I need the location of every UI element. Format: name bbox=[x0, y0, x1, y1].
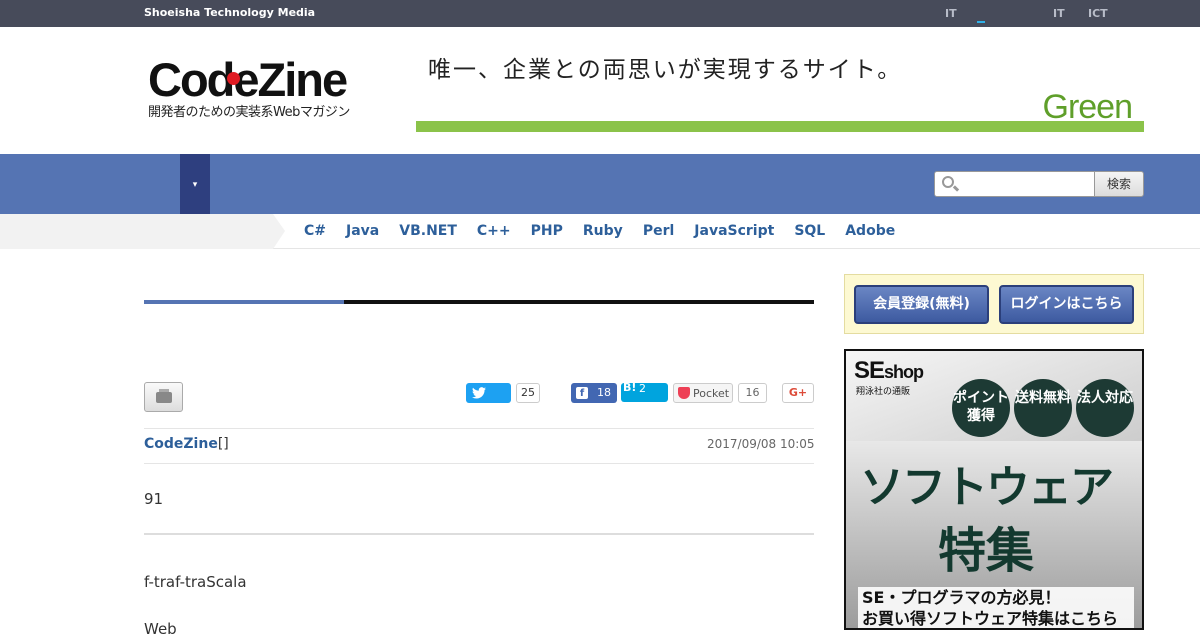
article-paragraph: Web bbox=[144, 620, 177, 638]
author-link[interactable]: CodeZine bbox=[144, 436, 218, 452]
article-paragraph: f-traf-traScala bbox=[144, 573, 247, 591]
chevron-down-icon: ▾ bbox=[192, 180, 198, 190]
main-nav: ▾ 検索 bbox=[0, 154, 1200, 214]
badge-point: ポイント獲得 bbox=[952, 379, 1010, 437]
google-plus-button[interactable]: G+ bbox=[782, 383, 814, 403]
pocket-button[interactable]: Pocket bbox=[673, 383, 733, 403]
topbar-link-it-2[interactable]: IT bbox=[1053, 7, 1065, 20]
pocket-count: 16 bbox=[738, 383, 767, 403]
register-button[interactable]: 会員登録(無料) bbox=[854, 285, 989, 324]
article-lead: 91 bbox=[144, 490, 164, 508]
author-suffix: [] bbox=[217, 436, 229, 452]
codezine-logo[interactable]: CodeZine 開発者のための実装系Webマガジン bbox=[148, 53, 372, 120]
lang-link[interactable]: C++ bbox=[477, 223, 511, 239]
topbar-link-ict[interactable]: ICT bbox=[1088, 7, 1108, 20]
green-ad-banner[interactable]: 唯一、企業との両思いが実現するサイト。 Green bbox=[416, 44, 1144, 132]
pocket-icon bbox=[678, 387, 690, 399]
pocket-label: Pocket bbox=[693, 387, 730, 400]
banner-copy: 唯一、企業との両思いが実現するサイト。 bbox=[428, 57, 903, 83]
search-button[interactable]: 検索 bbox=[1094, 171, 1144, 197]
top-bar: Shoeisha Technology Media IT IT ICT bbox=[0, 0, 1200, 27]
ad-cta: SE・プログラマの方必見！ お買い得ソフトウェア特集はこちら bbox=[858, 587, 1134, 628]
twitter-count: 25 bbox=[516, 383, 540, 403]
lang-link[interactable]: Perl bbox=[643, 223, 674, 239]
lang-link[interactable]: C# bbox=[304, 223, 326, 239]
search-input[interactable] bbox=[934, 171, 1096, 197]
lang-link[interactable]: Ruby bbox=[583, 223, 623, 239]
topbar-active-indicator bbox=[977, 21, 985, 23]
member-box: 会員登録(無料) ログインはこちら bbox=[844, 274, 1144, 334]
seshop-ad[interactable]: SEshop 翔泳社の通販 ポイント獲得 送料無料 法人対応 ソフトウェア 特集… bbox=[844, 349, 1144, 630]
breadcrumb-background bbox=[0, 214, 273, 249]
twitter-icon bbox=[472, 387, 486, 399]
article-title-rule bbox=[144, 300, 814, 304]
search-icon bbox=[942, 176, 954, 188]
language-links: C# Java VB.NET C++ PHP Ruby Perl JavaScr… bbox=[304, 223, 915, 239]
hatena-icon: B! bbox=[623, 381, 637, 394]
print-button[interactable] bbox=[144, 382, 183, 412]
seshop-logo: SEshop bbox=[854, 357, 924, 384]
lang-link[interactable]: JavaScript bbox=[694, 223, 774, 239]
site-search: 検索 bbox=[934, 171, 1144, 197]
language-bar: C# Java VB.NET C++ PHP Ruby Perl JavaScr… bbox=[0, 214, 1200, 249]
byline: CodeZine[] bbox=[144, 436, 229, 452]
publish-date: 2017/09/08 10:05 bbox=[707, 437, 815, 451]
divider bbox=[144, 533, 814, 535]
nav-dropdown-toggle[interactable]: ▾ bbox=[180, 154, 210, 214]
lang-link[interactable]: Java bbox=[346, 223, 379, 239]
logo-red-dot bbox=[227, 72, 240, 85]
lang-link[interactable]: Adobe bbox=[845, 223, 895, 239]
logo-tagline: 開発者のための実装系Webマガジン bbox=[148, 105, 350, 120]
facebook-share-button[interactable]: f 18 bbox=[571, 383, 617, 403]
topbar-link-it[interactable]: IT bbox=[945, 7, 957, 20]
lang-link[interactable]: PHP bbox=[531, 223, 563, 239]
ad-cta-line2: お買い得ソフトウェア特集はこちら bbox=[862, 609, 1119, 628]
divider bbox=[144, 463, 814, 464]
lang-link[interactable]: SQL bbox=[794, 223, 825, 239]
ad-headline: ソフトウェア bbox=[860, 462, 1114, 513]
lang-link[interactable]: VB.NET bbox=[399, 223, 457, 239]
seshop-subtitle: 翔泳社の通販 bbox=[856, 387, 911, 397]
twitter-share-button[interactable] bbox=[466, 383, 511, 403]
badge-corporate: 法人対応 bbox=[1076, 379, 1134, 437]
facebook-icon: f bbox=[576, 387, 588, 399]
banner-green-bar bbox=[416, 121, 1144, 132]
ad-headline-2: 特集 bbox=[938, 523, 1035, 579]
divider bbox=[144, 428, 814, 429]
printer-icon bbox=[156, 392, 172, 403]
ad-cta-line1: SE・プログラマの方必見！ bbox=[862, 588, 1061, 607]
hatena-bookmark-button[interactable]: B! 2 bbox=[621, 381, 668, 402]
article-rule-accent bbox=[144, 300, 344, 304]
shoeisha-brand-link[interactable]: Shoeisha Technology Media bbox=[144, 6, 315, 19]
facebook-count: 18 bbox=[597, 386, 611, 399]
login-button[interactable]: ログインはこちら bbox=[999, 285, 1134, 324]
badge-free-shipping: 送料無料 bbox=[1014, 379, 1072, 437]
breadcrumb-arrow bbox=[273, 214, 285, 249]
hatena-count: 2 bbox=[639, 382, 646, 395]
logo-name: CodeZine bbox=[148, 53, 348, 106]
site-header: CodeZine 開発者のための実装系Webマガジン 唯一、企業との両思いが実現… bbox=[0, 27, 1200, 154]
